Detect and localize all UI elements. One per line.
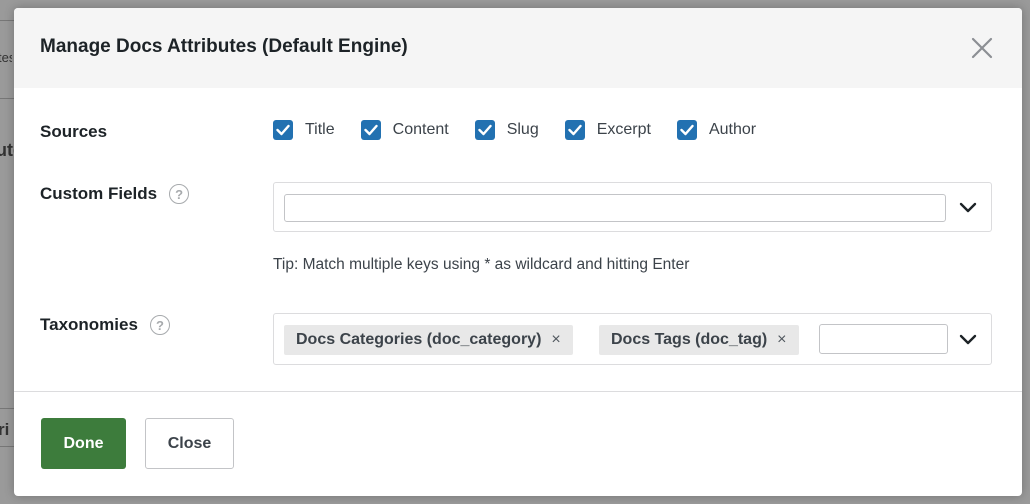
author-checkbox-label: Author: [708, 121, 757, 138]
close-button[interactable]: Close: [145, 418, 234, 469]
custom-fields-tip: Tip: Match multiple keys using * as wild…: [273, 256, 690, 273]
remove-tag-icon[interactable]: ×: [551, 331, 560, 349]
custom-fields-label: Custom Fields ?: [40, 184, 190, 204]
help-icon[interactable]: ?: [169, 184, 190, 204]
footer-divider: [14, 391, 1022, 392]
content-checkbox-label: Content: [392, 121, 449, 138]
custom-fields-label-text: Custom Fields: [40, 184, 158, 203]
taxonomy-tag-label: Docs Tags (doc_tag): [611, 331, 768, 348]
taxonomy-tag: Docs Tags (doc_tag) ×: [599, 325, 799, 355]
title-checkbox[interactable]: [273, 120, 293, 140]
source-author-option[interactable]: Author: [676, 120, 757, 140]
content-checkbox[interactable]: [360, 120, 381, 140]
taxonomy-tag-label: Docs Categories (doc_category): [296, 331, 542, 348]
excerpt-checkbox[interactable]: [564, 120, 585, 140]
background-divider: [0, 20, 14, 21]
custom-fields-select[interactable]: [273, 182, 992, 232]
title-checkbox-label: Title: [305, 121, 335, 138]
background-divider: [0, 98, 14, 99]
done-button[interactable]: Done: [41, 418, 126, 469]
background-divider: [0, 408, 14, 409]
background-divider: [0, 446, 14, 447]
sources-checkbox-group: Title Content Slug Excerpt Author: [273, 120, 782, 140]
modal-header: Manage Docs Attributes (Default Engine): [14, 8, 1022, 88]
help-icon[interactable]: ?: [149, 315, 170, 335]
sources-label-text: Sources: [40, 122, 108, 141]
taxonomies-label: Taxonomies ?: [40, 315, 170, 335]
source-slug-option[interactable]: Slug: [474, 120, 539, 140]
taxonomy-tag: Docs Categories (doc_category) ×: [284, 325, 573, 355]
source-excerpt-option[interactable]: Excerpt: [564, 120, 651, 140]
chevron-down-icon[interactable]: [959, 200, 977, 214]
excerpt-checkbox-label: Excerpt: [596, 121, 651, 138]
attributes-modal: Manage Docs Attributes (Default Engine) …: [14, 8, 1022, 496]
modal-title: Manage Docs Attributes (Default Engine): [40, 36, 408, 57]
background-text: ute: [0, 140, 14, 160]
slug-checkbox-label: Slug: [506, 121, 539, 138]
sources-label: Sources: [40, 122, 107, 142]
custom-fields-input[interactable]: [284, 194, 946, 222]
taxonomies-input[interactable]: [819, 324, 948, 354]
source-content-option[interactable]: Content: [360, 120, 449, 140]
taxonomies-label-text: Taxonomies: [40, 315, 138, 334]
slug-checkbox[interactable]: [474, 120, 495, 140]
background-text: ri: [0, 420, 10, 439]
remove-tag-icon[interactable]: ×: [777, 331, 786, 349]
taxonomies-select[interactable]: Docs Categories (doc_category) × Docs Ta…: [273, 313, 992, 365]
background-text: tes: [0, 50, 12, 65]
chevron-down-icon[interactable]: [959, 332, 977, 346]
close-icon[interactable]: [970, 36, 994, 60]
source-title-option[interactable]: Title: [273, 120, 335, 140]
author-checkbox[interactable]: [676, 120, 697, 140]
